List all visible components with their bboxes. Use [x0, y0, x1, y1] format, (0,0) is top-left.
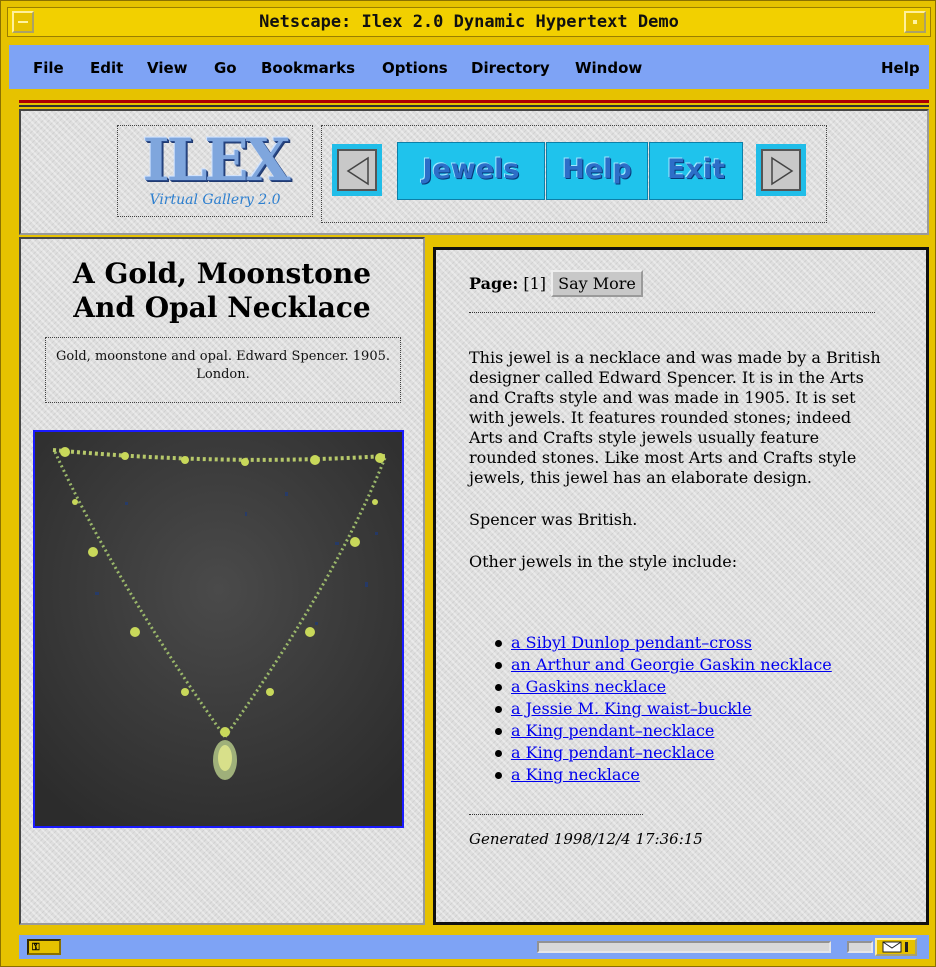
- page-control: Page: [1] Say More: [469, 270, 643, 297]
- right-arrow-icon: [761, 149, 801, 191]
- list-item: a Sibyl Dunlop pendant–cross: [495, 632, 832, 654]
- item-frame: A Gold, Moonstone And Opal Necklace Gold…: [19, 237, 425, 925]
- separator-top: [469, 312, 875, 313]
- menu-bar: File Edit View Go Bookmarks Options Dire…: [9, 45, 929, 89]
- next-button[interactable]: [756, 144, 806, 196]
- logo-subtitle: Virtual Gallery 2.0: [149, 192, 281, 208]
- related-link[interactable]: a Gaskins necklace: [511, 677, 666, 696]
- list-item: a Jessie M. King waist–buckle: [495, 698, 832, 720]
- related-link[interactable]: a Jessie M. King waist–buckle: [511, 699, 752, 718]
- previous-button[interactable]: [332, 144, 382, 196]
- menu-edit[interactable]: Edit: [90, 59, 123, 77]
- logo-title: ILEX: [142, 126, 290, 194]
- menu-window[interactable]: Window: [575, 59, 642, 77]
- exit-button[interactable]: Exit: [649, 142, 743, 200]
- generated-timestamp: Generated 1998/12/4 17:36:15: [469, 830, 703, 848]
- help-button[interactable]: Help: [546, 142, 648, 200]
- menu-help[interactable]: Help: [881, 59, 920, 77]
- menu-view[interactable]: View: [147, 59, 188, 77]
- menu-options[interactable]: Options: [382, 59, 448, 77]
- title-bar[interactable]: Netscape: Ilex 2.0 Dynamic Hypertext Dem…: [7, 7, 931, 37]
- menu-bookmarks[interactable]: Bookmarks: [261, 59, 355, 77]
- description-text: This jewel is a necklace and was made by…: [469, 348, 883, 594]
- menu-directory[interactable]: Directory: [471, 59, 550, 77]
- item-title-line1: A Gold, Moonstone: [72, 257, 372, 290]
- related-link[interactable]: a King pendant–necklace: [511, 743, 714, 762]
- nav-toolbar: Jewels Help Exit: [321, 125, 827, 223]
- separator-bottom: [469, 814, 643, 815]
- window-minimize-button[interactable]: [904, 11, 926, 33]
- list-item: a King pendant–necklace: [495, 742, 832, 764]
- frame-divider-dark: [19, 105, 929, 107]
- page-number: [1]: [523, 274, 547, 293]
- item-title: A Gold, Moonstone And Opal Necklace: [21, 257, 423, 325]
- menu-file[interactable]: File: [33, 59, 64, 77]
- item-caption: Gold, moonstone and opal. Edward Spencer…: [45, 337, 401, 403]
- list-item: a Gaskins necklace: [495, 676, 832, 698]
- list-item: an Arthur and Georgie Gaskin necklace: [495, 654, 832, 676]
- status-bar: ⚿: [19, 935, 929, 959]
- list-item: a King necklace: [495, 764, 832, 786]
- status-indicator: [847, 941, 873, 953]
- mail-icon[interactable]: [875, 938, 917, 956]
- say-more-button[interactable]: Say More: [551, 270, 643, 297]
- related-link[interactable]: a King necklace: [511, 765, 640, 784]
- necklace-photo: [33, 430, 404, 828]
- menu-go[interactable]: Go: [214, 59, 237, 77]
- related-intro: Other jewels in the style include:: [469, 552, 738, 571]
- page-label: Page:: [469, 274, 519, 293]
- related-jewels-list: a Sibyl Dunlop pendant–cross an Arthur a…: [495, 632, 832, 786]
- designer-nationality: Spencer was British.: [469, 510, 638, 529]
- window-title: Netscape: Ilex 2.0 Dynamic Hypertext Dem…: [259, 12, 679, 32]
- related-link[interactable]: a Sibyl Dunlop pendant–cross: [511, 633, 752, 652]
- jewels-button[interactable]: Jewels: [397, 142, 545, 200]
- security-key-icon[interactable]: ⚿: [27, 939, 61, 955]
- progress-bar: [537, 941, 831, 953]
- list-item: a King pendant–necklace: [495, 720, 832, 742]
- ilex-logo: ILEX Virtual Gallery 2.0: [117, 125, 313, 217]
- description-frame: Page: [1] Say More This jewel is a neckl…: [433, 247, 929, 925]
- item-title-line2: And Opal Necklace: [73, 291, 371, 324]
- browser-window: Netscape: Ilex 2.0 Dynamic Hypertext Dem…: [0, 0, 936, 967]
- related-link[interactable]: an Arthur and Georgie Gaskin necklace: [511, 655, 832, 674]
- frame-divider-red: [19, 100, 929, 103]
- navigation-frame: ILEX Virtual Gallery 2.0 Jewels Help Exi…: [19, 109, 929, 235]
- description-paragraph: This jewel is a necklace and was made by…: [469, 348, 881, 487]
- related-link[interactable]: a King pendant–necklace: [511, 721, 714, 740]
- left-arrow-icon: [337, 149, 377, 191]
